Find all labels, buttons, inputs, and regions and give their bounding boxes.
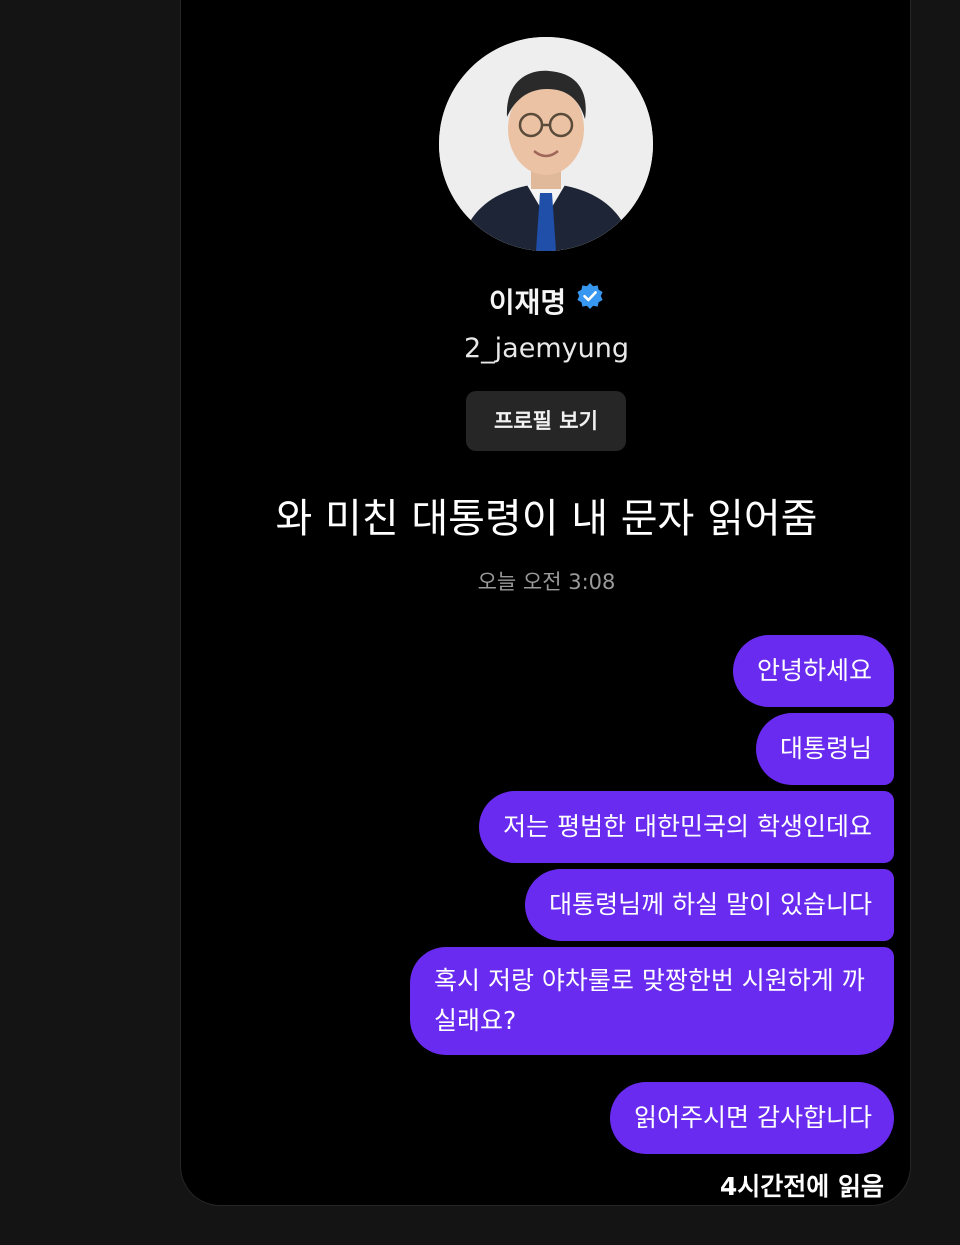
sent-message-bubble[interactable]: 저는 평범한 대한민국의 학생인데요 xyxy=(479,791,894,863)
sent-message-bubble[interactable]: 읽어주시면 감사합니다 xyxy=(610,1082,894,1154)
verified-badge-icon xyxy=(576,281,604,321)
profile-avatar[interactable] xyxy=(439,37,653,251)
view-profile-button[interactable]: 프로필 보기 xyxy=(466,391,626,451)
profile-name: 이재명 xyxy=(488,286,567,319)
sent-message-bubble[interactable]: 대통령님께 하실 말이 있습니다 xyxy=(525,869,894,941)
dm-thread-screen: 이재명 2_jaemyung 프로필 보기 와 미친 대통령이 내 문자 읽어줌… xyxy=(180,0,911,1206)
message-timestamp: 오늘 오전 3:08 xyxy=(477,570,616,594)
sent-message-bubble[interactable]: 혹시 저랑 야차룰로 맞짱한번 시원하게 까실래요? xyxy=(410,947,894,1055)
caption-overlay-text: 와 미친 대통령이 내 문자 읽어줌 xyxy=(275,496,818,542)
profile-name-row: 이재명 xyxy=(181,281,910,323)
sent-message-bubble[interactable]: 대통령님 xyxy=(755,713,894,785)
profile-handle: 2_jaemyung xyxy=(464,333,629,364)
sent-message-bubble[interactable]: 안녕하세요 xyxy=(732,635,894,707)
read-receipt: 4시간전에 읽음 xyxy=(709,1169,884,1205)
avatar-portrait xyxy=(439,37,653,251)
